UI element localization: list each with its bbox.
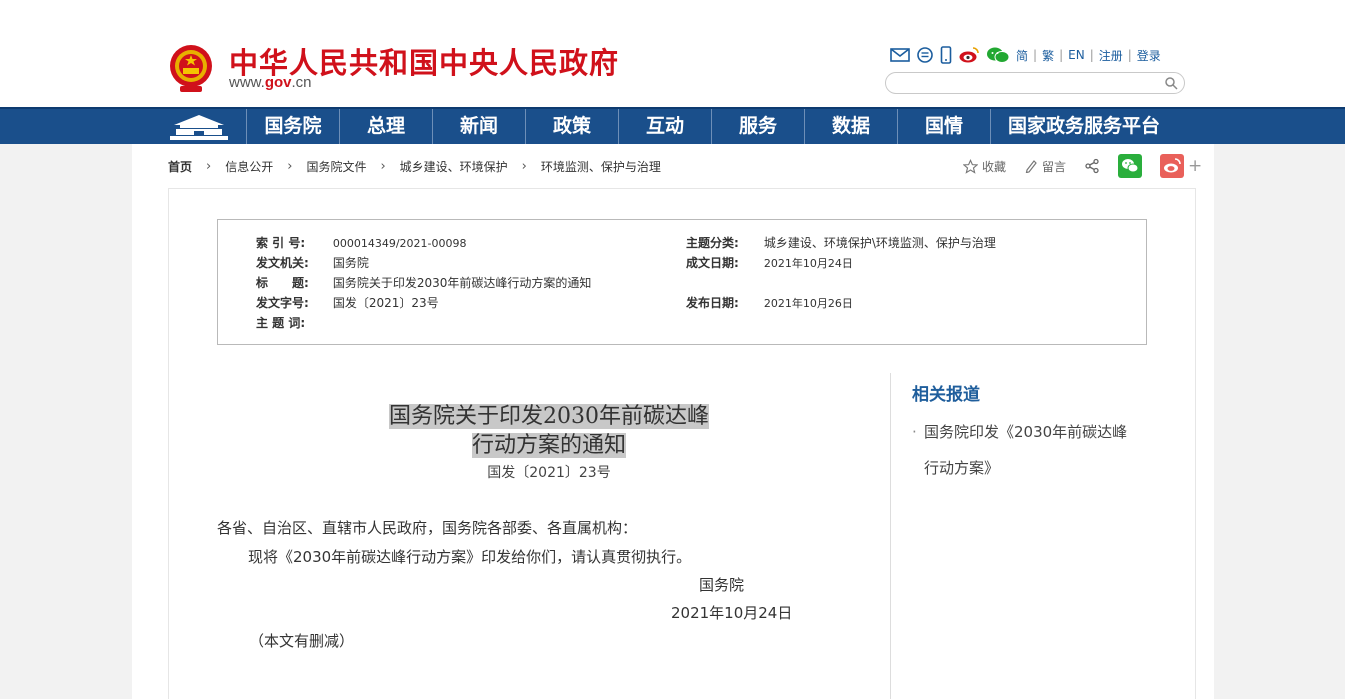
simplified-link[interactable]: 简 xyxy=(1016,47,1028,64)
meta-keywords-label: 主 题 词: xyxy=(256,316,306,330)
share-button[interactable] xyxy=(1084,158,1100,174)
related-report-link[interactable]: 国务院印发《2030年前碳达峰行动方案》 xyxy=(912,414,1142,486)
sidebar-divider xyxy=(890,373,891,699)
meta-docno-row: 发文字号: 国发〔2021〕23号 xyxy=(256,294,439,311)
breadcrumb-environmental-monitoring[interactable]: 环境监测、保护与治理 xyxy=(541,158,661,175)
breadcrumb-info-disclosure[interactable]: 信息公开 xyxy=(225,158,273,175)
meta-written-row: 成文日期: 2021年10月24日 xyxy=(686,254,853,271)
nav-item-news[interactable]: 新闻 xyxy=(432,109,525,144)
site-url-suffix: .cn xyxy=(291,74,312,91)
chevron-right-icon: › xyxy=(521,159,527,174)
meta-index-value: 000014349/2021-00098 xyxy=(332,237,467,250)
chevron-right-icon: › xyxy=(287,159,293,174)
english-link[interactable]: EN xyxy=(1068,48,1085,62)
favorite-label: 收藏 xyxy=(982,159,1007,174)
meta-issuer-row: 发文机关: 国务院 xyxy=(256,254,369,271)
comment-button[interactable]: 留言 xyxy=(1024,158,1066,175)
nav-item-interaction[interactable]: 互动 xyxy=(618,109,711,144)
search-box xyxy=(885,72,1185,94)
meta-title-row: 标 题: 国务院关于印发2030年前碳达峰行动方案的通知 xyxy=(256,274,591,291)
separator: | xyxy=(1033,48,1038,62)
share-icon xyxy=(1085,158,1099,174)
article-note: （本文有删减） xyxy=(249,632,355,650)
meta-issuer-value: 国务院 xyxy=(332,256,369,270)
nav-item-premier[interactable]: 总理 xyxy=(339,109,432,144)
mail-icon[interactable] xyxy=(890,46,910,64)
login-link[interactable]: 登录 xyxy=(1137,47,1161,64)
star-icon xyxy=(963,158,978,174)
bullet-icon: · xyxy=(912,423,917,441)
meta-index-label: 索 引 号: xyxy=(256,236,306,250)
comment-label: 留言 xyxy=(1042,159,1067,174)
meta-title-value: 国务院关于印发2030年前碳达峰行动方案的通知 xyxy=(332,276,592,290)
breadcrumb-bar: 首页 › 信息公开 › 国务院文件 › 城乡建设、环境保护 › 环境监测、保护与… xyxy=(132,144,1214,188)
document-metadata-table: 索 引 号: 000014349/2021-00098 发文机关: 国务院 标 … xyxy=(217,219,1147,345)
top-links: 简 | 繁 | EN | 注册 | 登录 xyxy=(890,45,1161,65)
meta-issuer-label: 发文机关: xyxy=(256,256,309,270)
meta-published-value: 2021年10月26日 xyxy=(763,297,853,310)
article-body: 现将《2030年前碳达峰行动方案》印发给你们，请认真贯彻执行。 xyxy=(248,548,692,566)
nav-items: 国务院 总理 新闻 政策 互动 服务 数据 国情 国家政务服务平台 xyxy=(246,109,1177,144)
separator: | xyxy=(1127,48,1132,62)
chat-icon[interactable] xyxy=(916,46,934,64)
meta-category-value: 城乡建设、环境保护\环境监测、保护与治理 xyxy=(763,236,996,250)
meta-published-row: 发布日期: 2021年10月26日 xyxy=(686,294,853,311)
article-title-line1: 国务院关于印发2030年前碳达峰 xyxy=(389,404,709,429)
chevron-right-icon: › xyxy=(380,159,386,174)
meta-keywords-row: 主 题 词: xyxy=(256,314,329,331)
nav-item-state-council[interactable]: 国务院 xyxy=(246,109,339,144)
meta-title-label: 标 题: xyxy=(256,276,309,290)
mobile-icon[interactable] xyxy=(940,46,952,64)
chevron-right-icon: › xyxy=(206,159,212,174)
weibo-share-button[interactable] xyxy=(1160,154,1185,178)
main-nav: 国务院 总理 新闻 政策 互动 服务 数据 国情 国家政务服务平台 xyxy=(0,107,1345,144)
breadcrumb-home[interactable]: 首页 xyxy=(168,158,192,175)
breadcrumb-urban-environment[interactable]: 城乡建设、环境保护 xyxy=(400,158,508,175)
related-report-item[interactable]: · 国务院印发《2030年前碳达峰行动方案》 xyxy=(912,414,1142,486)
article-tools: 收藏 留言 + xyxy=(963,154,1202,178)
favorite-button[interactable]: 收藏 xyxy=(963,158,1006,175)
site-url: www.gov.cn xyxy=(229,74,312,91)
search-icon[interactable] xyxy=(1164,76,1178,90)
traditional-link[interactable]: 繁 xyxy=(1042,47,1054,64)
article-salutation: 各省、自治区、直辖市人民政府，国务院各部委、各直属机构： xyxy=(217,519,638,537)
tiananmen-logo-icon[interactable] xyxy=(168,112,230,142)
wechat-share-button[interactable] xyxy=(1118,154,1143,178)
weibo-icon[interactable] xyxy=(958,46,980,64)
article-doc-number: 国发〔2021〕23号 xyxy=(487,465,611,481)
nav-item-national-info[interactable]: 国情 xyxy=(897,109,990,144)
meta-written-label: 成文日期: xyxy=(686,256,739,270)
nav-item-services[interactable]: 服务 xyxy=(711,109,804,144)
meta-published-label: 发布日期: xyxy=(686,296,739,310)
site-url-prefix: www. xyxy=(229,74,265,91)
search-input[interactable] xyxy=(896,74,1166,94)
meta-category-label: 主题分类: xyxy=(686,236,739,250)
meta-category-row: 主题分类: 城乡建设、环境保护\环境监测、保护与治理 xyxy=(686,234,996,251)
related-reports-title: 相关报道 xyxy=(912,385,980,405)
meta-written-value: 2021年10月24日 xyxy=(763,257,853,270)
breadcrumb: 首页 › 信息公开 › 国务院文件 › 城乡建设、环境保护 › 环境监测、保护与… xyxy=(168,158,661,175)
nav-item-policy[interactable]: 政策 xyxy=(525,109,618,144)
site-url-domain: gov xyxy=(264,74,292,91)
weibo-icon xyxy=(1160,154,1185,178)
site-header: 中华人民共和国中央人民政府 www.gov.cn 简 | 繁 | EN | 注册… xyxy=(0,0,1345,107)
wechat-icon xyxy=(1118,154,1143,178)
nav-item-service-platform[interactable]: 国家政务服务平台 xyxy=(990,109,1177,144)
nav-item-data[interactable]: 数据 xyxy=(804,109,897,144)
meta-docno-value: 国发〔2021〕23号 xyxy=(332,296,439,310)
breadcrumb-council-documents[interactable]: 国务院文件 xyxy=(306,158,366,175)
article-signer: 国务院 xyxy=(699,576,745,594)
wechat-icon[interactable] xyxy=(986,46,1010,64)
separator: | xyxy=(1059,48,1064,62)
meta-docno-label: 发文字号: xyxy=(256,296,309,310)
article-title-line2: 行动方案的通知 xyxy=(471,433,626,458)
national-emblem-icon[interactable] xyxy=(168,42,214,94)
pencil-icon xyxy=(1025,160,1037,173)
meta-index-row: 索 引 号: 000014349/2021-00098 xyxy=(256,234,466,251)
register-link[interactable]: 注册 xyxy=(1099,47,1123,64)
article-title[interactable]: 国务院关于印发2030年前碳达峰 行动方案的通知 xyxy=(374,402,724,460)
separator: | xyxy=(1089,48,1094,62)
more-share-button[interactable]: + xyxy=(1188,156,1202,176)
article-date: 2021年10月24日 xyxy=(671,604,793,622)
